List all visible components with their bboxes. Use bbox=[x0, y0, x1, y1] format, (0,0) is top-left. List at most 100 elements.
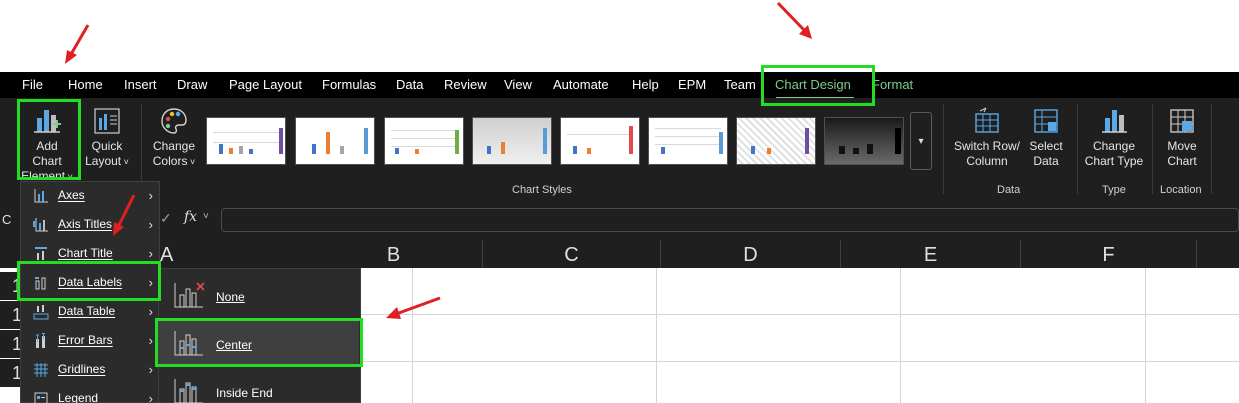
thumb-bar bbox=[249, 149, 253, 154]
tab-help[interactable]: Help bbox=[632, 72, 659, 98]
chevron-down-icon: ˅ bbox=[187, 157, 196, 167]
menu-bar: File Home Insert Draw Page Layout Formul… bbox=[0, 72, 1239, 98]
menu-item-label: Data Labels bbox=[58, 275, 123, 289]
menu-item-chart-title[interactable]: Chart Title › bbox=[21, 239, 159, 268]
submenu-item-label: Center bbox=[216, 338, 253, 352]
gridline bbox=[391, 146, 457, 147]
tab-team[interactable]: Team bbox=[724, 72, 756, 98]
change-colors-label-2: Colors bbox=[152, 154, 188, 168]
change-chart-type-button[interactable]: Change Chart Type bbox=[1082, 106, 1146, 169]
chart-style-8[interactable] bbox=[824, 117, 904, 165]
thumb-bar bbox=[326, 132, 330, 154]
submenu-item-inside-end[interactable]: Inside End bbox=[159, 367, 359, 403]
name-box[interactable]: C bbox=[2, 208, 20, 232]
tab-chart-design[interactable]: Chart Design bbox=[775, 72, 851, 98]
column-header-b[interactable]: B bbox=[305, 240, 483, 268]
row-header[interactable]: 1 bbox=[0, 359, 22, 387]
submenu-item-label: Inside End bbox=[216, 386, 273, 400]
chart-style-1[interactable] bbox=[206, 117, 286, 165]
move-chart-icon bbox=[1170, 109, 1194, 133]
menu-item-data-table[interactable]: Data Table › bbox=[21, 297, 159, 326]
tab-page-layout[interactable]: Page Layout bbox=[229, 72, 302, 98]
tab-file[interactable]: File bbox=[22, 72, 43, 98]
move-chart-button[interactable]: Move Chart bbox=[1158, 106, 1206, 169]
menu-item-axes[interactable]: Axes › bbox=[21, 181, 159, 210]
switch-row-column-button[interactable]: Switch Row/ Column bbox=[950, 106, 1024, 169]
data-labels-center-icon bbox=[174, 331, 203, 356]
menu-item-label: Axis Titles bbox=[58, 217, 113, 231]
annotation-arrow-icon bbox=[65, 24, 90, 64]
tab-draw[interactable]: Draw bbox=[177, 72, 207, 98]
annotation-arrow-icon bbox=[776, 1, 812, 39]
quick-layout-icon bbox=[94, 108, 120, 134]
row-header[interactable]: 1 bbox=[0, 272, 22, 300]
move-chart-label-2: Chart bbox=[1167, 154, 1197, 168]
thumb-bar bbox=[395, 148, 399, 154]
tab-data[interactable]: Data bbox=[396, 72, 423, 98]
gridline bbox=[391, 138, 457, 139]
gridlines-icon bbox=[34, 363, 48, 377]
menu-item-axis-titles[interactable]: Axis Titles › bbox=[21, 210, 159, 239]
menu-item-data-labels[interactable]: Data Labels › bbox=[21, 268, 159, 297]
row-header[interactable]: 1 bbox=[0, 330, 22, 358]
menu-item-gridlines[interactable]: Gridlines › bbox=[21, 355, 159, 384]
change-colors-button[interactable]: Change Colors ˅ bbox=[146, 106, 202, 170]
gridline bbox=[213, 132, 279, 133]
formula-input[interactable] bbox=[221, 208, 1239, 232]
chevron-right-icon: › bbox=[148, 188, 153, 203]
chart-style-6[interactable] bbox=[648, 117, 728, 165]
row-header[interactable]: 1 bbox=[0, 301, 22, 329]
tab-formulas[interactable]: Formulas bbox=[322, 72, 376, 98]
tab-insert[interactable]: Insert bbox=[124, 72, 157, 98]
column-header-f[interactable]: F bbox=[1021, 240, 1197, 268]
tab-epm[interactable]: EPM bbox=[678, 72, 706, 98]
tab-review[interactable]: Review bbox=[444, 72, 487, 98]
data-labels-none-icon bbox=[174, 282, 205, 308]
tab-home[interactable]: Home bbox=[68, 72, 103, 98]
thumb-bar bbox=[767, 148, 771, 154]
move-chart-label-1: Move bbox=[1167, 139, 1197, 153]
menu-item-error-bars[interactable]: Error Bars › bbox=[21, 326, 159, 355]
data-table-icon bbox=[33, 305, 49, 320]
thumb-bar bbox=[340, 146, 344, 154]
chart-style-7[interactable] bbox=[736, 117, 816, 165]
chart-style-3[interactable] bbox=[384, 117, 464, 165]
menu-item-label: Legend bbox=[58, 391, 99, 403]
insert-function-button[interactable]: fx bbox=[184, 209, 197, 225]
column-header-d[interactable]: D bbox=[661, 240, 841, 268]
thumb-bar bbox=[219, 144, 223, 154]
cell-gridline bbox=[1145, 268, 1146, 403]
chevron-right-icon: › bbox=[148, 391, 153, 403]
select-data-button[interactable]: Select Data bbox=[1026, 106, 1066, 169]
ribbon-divider bbox=[943, 104, 944, 194]
tab-view[interactable]: View bbox=[504, 72, 532, 98]
quick-layout-button[interactable]: Quick Layout ˅ bbox=[80, 106, 134, 170]
column-header-e[interactable]: E bbox=[841, 240, 1021, 268]
menu-item-label: Axes bbox=[58, 188, 85, 202]
column-header-c[interactable]: C bbox=[483, 240, 661, 268]
switch-row-column-label-1: Switch Row/ bbox=[953, 139, 1021, 153]
submenu-item-none[interactable]: None bbox=[159, 271, 359, 319]
change-chart-type-label-1: Change bbox=[1092, 139, 1136, 153]
chart-style-5[interactable] bbox=[560, 117, 640, 165]
thumb-bar bbox=[661, 147, 665, 154]
chart-style-2[interactable] bbox=[295, 117, 375, 165]
type-group-label: Type bbox=[1102, 184, 1126, 196]
submenu-item-center[interactable]: Center bbox=[159, 319, 359, 367]
chevron-down-icon: ˅ bbox=[121, 157, 129, 167]
enter-check-icon[interactable]: ✓ bbox=[160, 210, 172, 227]
worksheet-cells[interactable] bbox=[360, 268, 1239, 403]
tab-automate[interactable]: Automate bbox=[553, 72, 609, 98]
thumb-bar bbox=[751, 146, 755, 154]
tab-format[interactable]: Format bbox=[872, 72, 913, 98]
add-chart-element-button[interactable]: Add Chart Element ˅ bbox=[20, 106, 74, 185]
menu-item-legend[interactable]: Legend › bbox=[21, 384, 159, 403]
chevron-right-icon: › bbox=[148, 275, 153, 290]
chevron-down-icon[interactable]: ˅ bbox=[203, 211, 209, 222]
chart-styles-more-button[interactable]: ▾ bbox=[910, 112, 932, 170]
column-header-a[interactable]: A bbox=[160, 240, 192, 268]
thumb-bar bbox=[455, 130, 459, 154]
error-bars-icon bbox=[36, 333, 45, 348]
thumb-bar bbox=[587, 148, 591, 154]
chart-style-4[interactable] bbox=[472, 117, 552, 165]
